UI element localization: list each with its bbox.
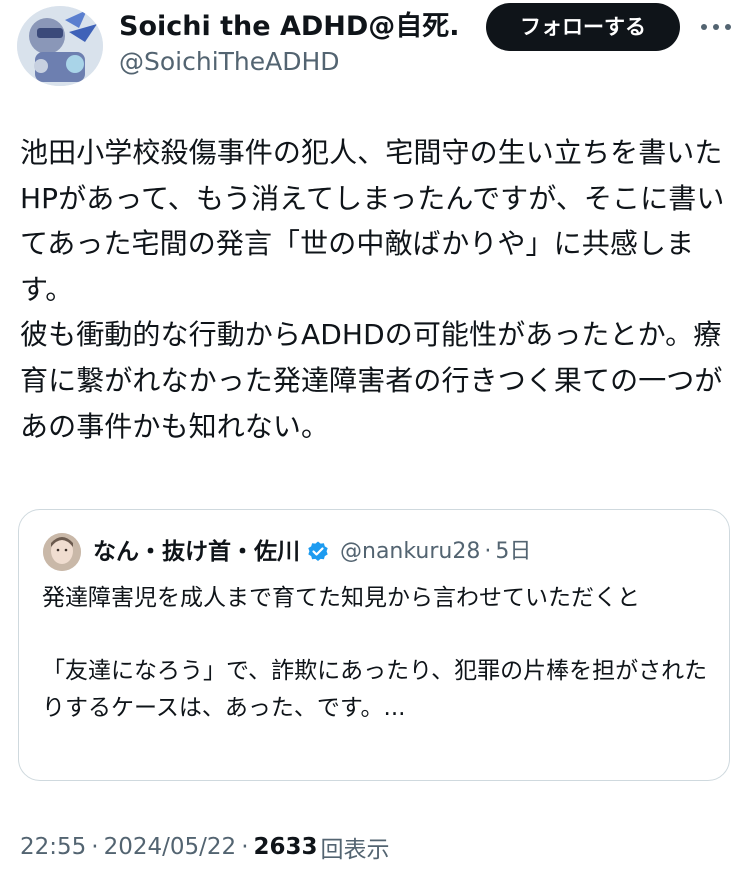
- quote-text: 発達障害児を成人まで育てた知見から言わせていただくと 「友達になろう」で、詐欺に…: [42, 585, 708, 721]
- quote-timestamp[interactable]: 5日: [495, 534, 531, 570]
- quote-author-name[interactable]: なん・抜け首・佐川: [93, 534, 300, 570]
- meta-separator: ·: [91, 834, 99, 860]
- verified-badge-icon: [306, 540, 330, 564]
- meta-separator: ·: [241, 834, 249, 860]
- view-label: 回表示: [320, 837, 390, 863]
- author-display-name[interactable]: Soichi the ADHD@自死...: [119, 9, 459, 45]
- view-count[interactable]: 2633: [254, 834, 318, 860]
- tweet-date[interactable]: 2024/05/22: [104, 834, 237, 860]
- tweet-text: 池田小学校殺傷事件の犯人、宅間守の生い立ちを書いたHPがあって、もう消えてしまっ…: [20, 136, 725, 443]
- more-horizontal-icon[interactable]: [698, 14, 734, 40]
- follow-button[interactable]: フォローする: [486, 3, 680, 51]
- tweet-time[interactable]: 22:55: [20, 834, 86, 860]
- quoted-tweet-card[interactable]: なん・抜け首・佐川 @nankuru28 · 5日 発達障害児を成人まで育てた知…: [18, 509, 730, 781]
- quote-header: なん・抜け首・佐川 @nankuru28 · 5日: [93, 534, 531, 570]
- quote-author-avatar[interactable]: [43, 533, 81, 571]
- user-avatar-icon: [43, 533, 81, 571]
- robot-character-avatar-icon: [17, 6, 103, 86]
- tweet-meta: 22:55 · 2024/05/22 · 2633 回表示: [20, 829, 390, 865]
- quote-author-handle[interactable]: @nankuru28: [340, 534, 480, 570]
- author-avatar[interactable]: [17, 6, 103, 86]
- quote-separator: ·: [484, 539, 492, 564]
- author-handle[interactable]: @SoichiTheADHD: [119, 45, 340, 79]
